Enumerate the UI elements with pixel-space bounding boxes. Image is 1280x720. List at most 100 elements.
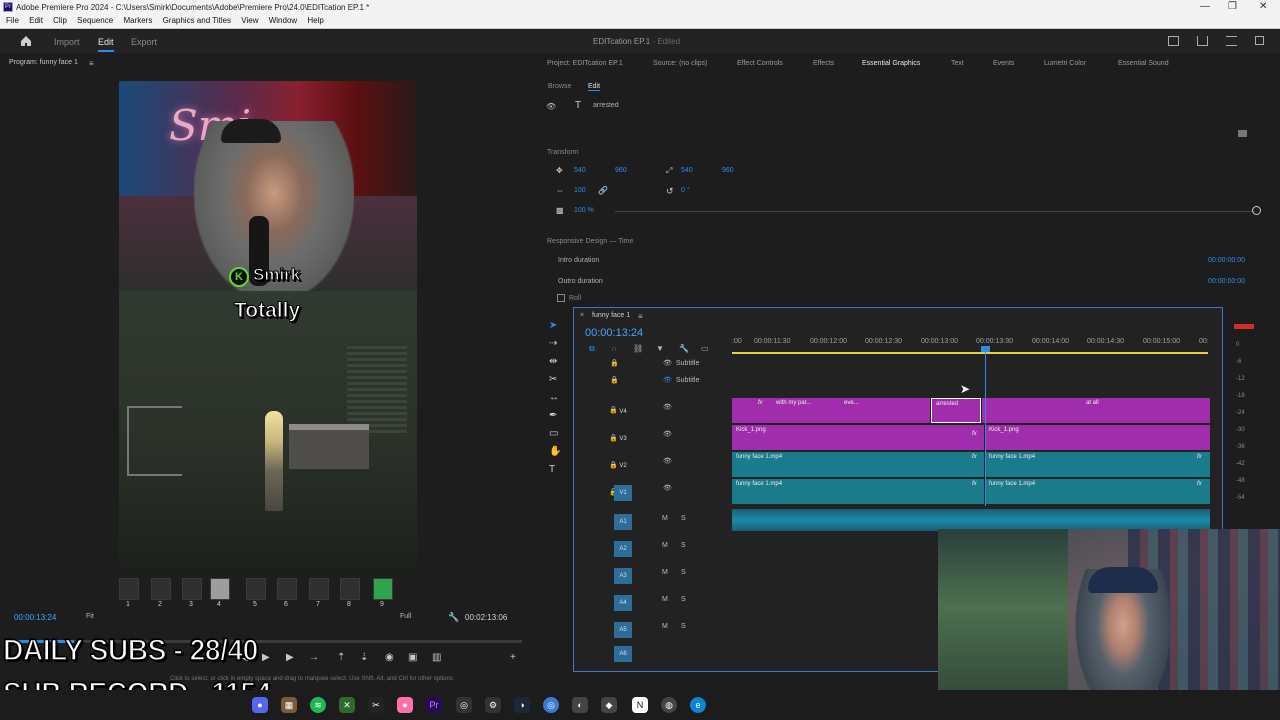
subtab-edit[interactable]: Edit [588,83,601,91]
tab-export[interactable]: Export [131,37,157,47]
tab-edit[interactable]: Edit [98,37,114,52]
spotify-icon[interactable]: ≋ [310,697,326,713]
pen-tool-icon[interactable]: ✒ [549,410,557,421]
track-a2[interactable]: A2 [614,541,632,557]
tab-essential-graphics[interactable]: Essential Graphics [862,60,920,67]
home-icon[interactable] [20,35,32,47]
eye-icon[interactable]: 👁 [546,102,556,111]
v1-clip-funny-face[interactable]: funny face 1.mp4 fx [732,479,984,504]
slot-6[interactable]: 6 [277,578,297,608]
maximize-icon[interactable]: ❐ [1228,1,1237,12]
app-icon[interactable]: ◆ [601,697,617,713]
slider-handle[interactable] [1252,206,1261,215]
steam-icon[interactable]: ◑ [514,697,530,713]
settings-wrench-icon[interactable]: 🔧 [679,344,689,353]
menu-file[interactable]: File [4,16,21,25]
menu-graphics[interactable]: Graphics and Titles [161,16,233,25]
outro-duration-value[interactable]: 00:00:00:00 [1208,278,1245,285]
roll-checkbox[interactable] [557,294,565,302]
eye-icon[interactable]: 👁 [663,457,672,465]
anchor-x[interactable]: 540 [681,167,693,174]
solo-button[interactable]: S [681,515,686,522]
audio-waveform-a1[interactable] [732,509,1210,531]
v3-clip-kick[interactable]: Kick_1.png fx [732,425,984,450]
ripple-edit-icon[interactable]: ⇹ [549,356,557,367]
track-v1[interactable]: V1 [614,485,632,501]
selection-tool-icon[interactable]: ➤ [549,320,557,331]
tab-import[interactable]: Import [54,37,80,47]
play-icon[interactable]: ▶ [262,652,270,663]
menu-help[interactable]: Help [305,16,325,25]
subtab-browse[interactable]: Browse [548,83,571,90]
mute-button[interactable]: M [662,542,668,549]
xbox-icon[interactable]: ✕ [339,697,355,713]
ladybug-icon[interactable]: ● [397,697,413,713]
scale-value[interactable]: 100 [574,187,586,194]
workspaces-icon[interactable] [1226,36,1237,46]
obs-icon[interactable]: ◎ [456,697,472,713]
hand-tool-icon[interactable]: ✋ [549,446,561,457]
slot-4[interactable]: 4 [210,578,230,608]
lock-icon[interactable]: 🔒 [610,359,619,367]
menu-window[interactable]: Window [267,16,299,25]
add-button-icon[interactable]: + [510,652,516,663]
wrench-icon[interactable]: 🔧 [448,612,459,623]
track-v4[interactable]: V4 [614,404,632,420]
lock-icon[interactable]: 🔒 [610,376,619,384]
eye-icon[interactable]: 👁 [663,430,672,438]
mute-button[interactable]: M [662,515,668,522]
solo-button[interactable]: S [681,542,686,549]
new-layer-icon[interactable] [1238,130,1247,137]
eye-icon[interactable]: 👁 [663,359,672,367]
close-icon[interactable]: ✕ [1259,1,1267,12]
tab-essential-sound[interactable]: Essential Sound [1118,60,1169,67]
mute-button[interactable]: M [662,596,668,603]
anchor-y[interactable]: 960 [722,167,734,174]
mute-button[interactable]: M [662,569,668,576]
sequence-name[interactable]: funny face 1 [592,312,630,319]
tab-text[interactable]: Text [951,60,964,67]
menu-clip[interactable]: Clip [51,16,69,25]
app-icon[interactable]: ◍ [661,697,677,713]
go-to-out-icon[interactable]: → [309,652,319,663]
track-a5[interactable]: A5 [614,622,632,638]
timeline-timecode[interactable]: 00:00:13:24 [585,327,643,339]
lift-icon[interactable]: ⇡ [337,652,345,663]
slot-1[interactable]: 1 [119,578,139,608]
track-a4[interactable]: A4 [614,595,632,611]
share-icon[interactable] [1197,36,1208,46]
type-tool-icon[interactable]: T [549,464,555,475]
premiere-taskbar-icon[interactable]: Pr [426,697,442,713]
export-frame-icon[interactable]: ◉ [385,652,394,663]
settings-icon[interactable]: ⚙ [485,697,501,713]
edge-icon[interactable]: e [690,697,706,713]
minecraft-icon[interactable]: ▦ [281,697,297,713]
tab-effect-controls[interactable]: Effect Controls [737,60,783,67]
slot-3[interactable]: 3 [182,578,202,608]
track-select-icon[interactable]: ⇢ [549,338,557,349]
rectangle-tool-icon[interactable]: ▭ [549,428,558,439]
eye-icon[interactable]: 👁 [663,484,672,492]
slot-5[interactable]: 5 [246,578,266,608]
slot-2[interactable]: 2 [151,578,171,608]
eye-icon[interactable]: 👁 [663,403,672,411]
link-icon[interactable]: 🔗 [598,186,608,195]
tab-lumetri[interactable]: Lumetri Color [1044,60,1086,67]
minimize-icon[interactable]: — [1200,1,1210,12]
rotation-value[interactable]: 0 ° [681,187,690,194]
solo-button[interactable]: S [681,569,686,576]
insert-nest-icon[interactable]: ⧉ [589,344,595,354]
v1-clip-funny-face[interactable]: funny face 1.mp4 fx [985,479,1210,504]
fit-dropdown[interactable]: Fit [86,613,94,620]
captions-icon[interactable]: ▭ [701,344,709,353]
playhead[interactable] [985,346,986,506]
opacity-slider[interactable] [615,211,1255,212]
menu-sequence[interactable]: Sequence [75,16,115,25]
panel-menu-icon[interactable]: ≡ [89,59,94,68]
add-marker-icon[interactable]: ▼ [656,344,664,353]
razor-tool-icon[interactable]: ✂ [549,374,557,385]
tab-source[interactable]: Source: (no clips) [653,60,707,67]
slot-8[interactable]: 8 [340,578,360,608]
slot-9[interactable]: 9 [373,578,393,608]
track-v2[interactable]: V2 [614,458,632,474]
